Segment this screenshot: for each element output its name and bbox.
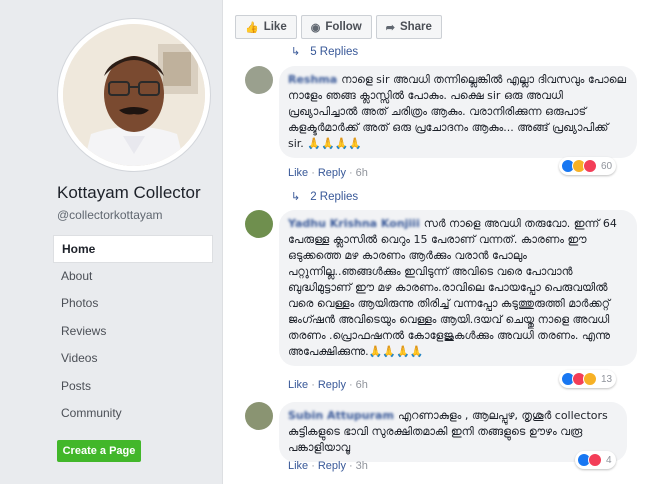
comment-bubble: Subin Attupuram എറണാകുളം , ആലപ്പുഴ, തൃശൂർ… [279,402,627,462]
create-page-button[interactable]: Create a Page [57,440,141,462]
rss-icon: ◉ [310,21,321,34]
avatar[interactable] [245,402,273,430]
view-replies-link[interactable]: ↳ 2 Replies [291,190,358,203]
reply-link[interactable]: Reply [318,167,346,179]
comment-actions: Like · Reply · 3h [288,460,368,472]
like-link[interactable]: Like [288,167,308,179]
comment-text: സർ നാളെ അവധി തരുവോ. ഇന്ന് 64 പേരുള്ള ക്ല… [288,217,617,358]
follow-page-button[interactable]: ◉ Follow [300,15,372,39]
follow-page-label: Follow [325,21,362,33]
nav-item-community[interactable]: Community [53,400,213,428]
like-link[interactable]: Like [288,460,308,472]
nav-item-about[interactable]: About [53,263,213,291]
love-reaction-icon [588,453,602,467]
nav-item-photos[interactable]: Photos [53,290,213,318]
reaction-count: 60 [601,160,613,172]
avatar[interactable] [245,66,273,94]
nav-item-posts[interactable]: Posts [53,373,213,401]
replies-count: 5 Replies [310,46,359,58]
replies-count: 2 Replies [310,191,359,203]
comment-author[interactable]: Subin Attupuram [288,409,394,422]
share-page-button[interactable]: ➦ Share [375,15,442,39]
reply-link[interactable]: Reply [318,379,346,391]
page-actions-bar: 👍 Like ◉ Follow ➦ Share [235,15,446,39]
comment-time[interactable]: 6h [356,379,368,391]
reactions-summary[interactable]: 4 [575,451,616,469]
reactions-summary[interactable]: 13 [559,370,617,388]
reply-arrow-icon: ↳ [291,191,301,203]
reply-link[interactable]: Reply [318,460,346,472]
comment-text: നാളെ sir അവധി തന്നില്ലെങ്കിൽ എല്ലാ ദിവസവ… [288,73,626,150]
share-page-label: Share [399,21,432,33]
share-arrow-icon: ➦ [385,21,395,34]
page-sidebar: Kottayam Collector @collectorkottayam Ho… [0,0,222,484]
comment-author[interactable]: Yadhu Krishna Konjiii [288,217,420,230]
avatar[interactable] [245,210,273,238]
nav-item-home[interactable]: Home [53,235,213,263]
like-page-label: Like [263,21,287,33]
like-page-button[interactable]: 👍 Like [235,15,297,39]
like-link[interactable]: Like [288,379,308,391]
haha-reaction-icon [583,372,597,386]
reaction-count: 13 [601,373,613,385]
comment-time[interactable]: 6h [356,167,368,179]
comment-actions: Like · Reply · 6h [288,379,368,391]
love-reaction-icon [583,159,597,173]
nav-item-videos[interactable]: Videos [53,345,213,373]
comments-panel: 👍 Like ◉ Follow ➦ Share ↳ 5 Replies Reshm… [222,0,650,484]
reply-arrow-icon: ↳ [291,46,301,58]
comment-bubble: Yadhu Krishna Konjiii സർ നാളെ അവധി തരുവോ.… [279,210,637,366]
comment-time[interactable]: 3h [356,460,368,472]
reactions-summary[interactable]: 60 [559,157,617,175]
page-handle[interactable]: @collectorkottayam [57,208,163,222]
nav-item-reviews[interactable]: Reviews [53,318,213,346]
profile-picture-frame[interactable] [57,18,211,172]
page-nav: Home About Photos Reviews Videos Posts C… [53,235,213,428]
view-replies-link[interactable]: ↳ 5 Replies [291,45,358,58]
profile-photo-icon [63,24,205,166]
page-title[interactable]: Kottayam Collector [57,183,201,203]
reaction-count: 4 [606,454,612,466]
thumbs-up-icon: 👍 [245,21,259,34]
comment-author[interactable]: Reshma [288,73,337,86]
comment-actions: Like · Reply · 6h [288,167,368,179]
comment-bubble: Reshma നാളെ sir അവധി തന്നില്ലെങ്കിൽ എല്ലാ… [279,66,637,158]
profile-picture [63,24,205,166]
